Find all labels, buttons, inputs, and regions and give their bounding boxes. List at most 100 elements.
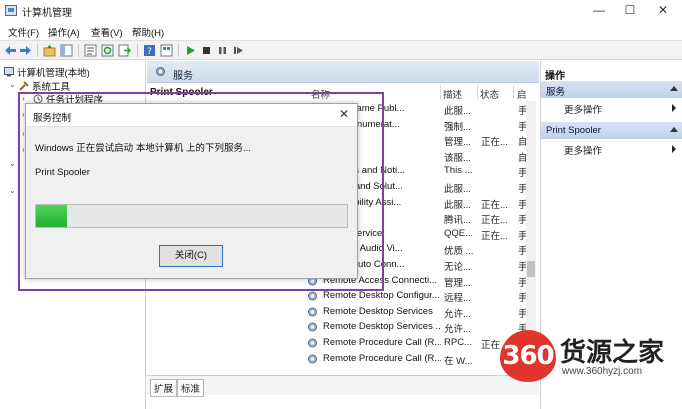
service-gear-icon xyxy=(308,291,317,301)
service-description-cell: 允许... xyxy=(444,308,471,320)
service-description-cell: 优质 ... xyxy=(444,246,474,258)
minimize-button[interactable]: — xyxy=(583,0,615,22)
collapse-icon[interactable]: ⌄ xyxy=(9,159,16,168)
pause-service-icon[interactable] xyxy=(216,44,229,57)
collapse-triangle-icon[interactable] xyxy=(670,127,678,132)
table-row[interactable]: Remote Desktop Services 允许... 手 xyxy=(307,304,539,320)
scrollbar-thumb[interactable] xyxy=(527,261,535,277)
start-progress-bar xyxy=(35,204,348,228)
dialog-body: Windows 正在尝试启动 本地计算机 上的下列服务... Print Spo… xyxy=(26,126,357,278)
services-title: 服务 xyxy=(173,71,193,82)
watermark-url: www.360hyzj.com xyxy=(562,366,643,377)
service-description-cell: This ... xyxy=(444,165,473,177)
service-gear-icon xyxy=(308,354,317,364)
dialog-close-icon[interactable]: ✕ xyxy=(332,106,356,124)
start-service-icon[interactable] xyxy=(184,44,197,57)
back-icon[interactable] xyxy=(4,44,17,57)
service-description-cell: 无论... xyxy=(444,262,471,273)
service-description-cell: QQE... xyxy=(444,227,474,239)
column-header-status[interactable]: 状态 xyxy=(480,87,499,101)
tree-item-root[interactable]: 计算机管理(本地) xyxy=(4,65,90,79)
service-name-cell: Remote Desktop Configur... xyxy=(323,290,440,302)
actions-title: 操作 xyxy=(545,71,565,82)
collapse-triangle-icon[interactable] xyxy=(670,86,678,91)
column-divider xyxy=(440,85,441,99)
menu-view[interactable]: 查看(V) xyxy=(91,25,123,39)
show-hide-tree-icon[interactable] xyxy=(60,44,73,57)
restart-service-icon[interactable] xyxy=(232,44,245,57)
column-header-startup[interactable]: 启 xyxy=(517,87,527,101)
toolbar-separator xyxy=(137,44,138,57)
service-description-cell: 此服... xyxy=(444,184,471,195)
table-row[interactable]: Remote Desktop Configur... 远程... 手 xyxy=(307,288,539,304)
maximize-button[interactable]: ☐ xyxy=(614,0,646,22)
progress-fill xyxy=(36,205,68,227)
actions-group-label: 服务 xyxy=(546,87,566,98)
service-description-cell: 腾讯... xyxy=(444,215,471,227)
tree-item-label: 计算机管理(本地) xyxy=(17,68,90,79)
menu-action[interactable]: 操作(A) xyxy=(48,25,80,39)
service-description-cell: 允许... xyxy=(444,324,471,336)
service-description-cell: 该服... xyxy=(444,152,471,164)
expand-icon[interactable]: › xyxy=(22,94,25,103)
actions-group-services[interactable]: 服务 xyxy=(541,81,682,98)
submenu-arrow-icon xyxy=(672,145,676,153)
help-icon[interactable]: ? xyxy=(143,44,156,57)
dialog-title: 服务控制 xyxy=(33,113,72,124)
service-status-cell: 正在... xyxy=(481,230,508,242)
service-gear-icon xyxy=(308,322,317,332)
tab-standard[interactable]: 标准 xyxy=(177,379,205,397)
service-control-dialog: 服务控制 ✕ Windows 正在尝试启动 本地计算机 上的下列服务... Pr… xyxy=(25,103,358,279)
services-gear-icon xyxy=(156,67,165,76)
service-description-cell: RPC... xyxy=(444,337,472,348)
service-name-cell: Remote Procedure Call (R... xyxy=(323,352,441,364)
watermark-badge: 360 xyxy=(500,330,556,382)
service-name-cell: Remote Desktop Services ... xyxy=(323,321,441,333)
collapse-icon[interactable]: ⌄ xyxy=(9,186,16,195)
actions-group-print-spooler[interactable]: Print Spooler xyxy=(541,122,682,139)
service-description-cell: 此服... xyxy=(444,106,471,117)
collapse-icon[interactable]: ⌄ xyxy=(9,80,16,89)
refresh-icon[interactable] xyxy=(101,44,114,57)
column-divider xyxy=(477,85,478,99)
service-status-cell: 正在... xyxy=(481,199,508,211)
service-status-cell: 正在... xyxy=(481,137,508,149)
service-description-cell: 此服... xyxy=(444,199,471,211)
view-icon[interactable] xyxy=(160,44,173,57)
watermark-name: 货源之家 xyxy=(560,337,665,367)
more-actions-link[interactable]: 更多操作 xyxy=(564,102,602,116)
export-list-icon[interactable] xyxy=(118,44,131,57)
column-header-description[interactable]: 描述 xyxy=(443,87,462,101)
properties-icon[interactable] xyxy=(84,44,97,57)
submenu-arrow-icon xyxy=(672,104,676,112)
more-actions-link[interactable]: 更多操作 xyxy=(564,143,602,157)
service-status-cell: 正在... xyxy=(481,215,508,227)
svg-text:?: ? xyxy=(147,47,152,57)
service-name-cell: Remote Desktop Services xyxy=(323,305,433,317)
tree-item-system-tools[interactable]: 系统工具 xyxy=(19,79,70,93)
computer-icon xyxy=(4,67,14,77)
close-window-button[interactable]: ✕ xyxy=(647,0,679,22)
service-description-cell: 在 W... xyxy=(444,355,473,367)
forward-icon[interactable] xyxy=(19,44,32,57)
column-header-name[interactable]: 名称 xyxy=(311,87,330,101)
menu-file[interactable]: 文件(F) xyxy=(8,25,39,39)
toolbar: ? xyxy=(0,40,682,60)
watermark-logo: 360 货源之家 www.360hyzj.com xyxy=(500,330,682,382)
service-description-cell: 管理... xyxy=(444,277,471,289)
computer-management-icon xyxy=(5,5,17,16)
service-gear-icon xyxy=(308,307,317,317)
column-divider xyxy=(513,85,514,99)
stop-service-icon[interactable] xyxy=(200,44,213,57)
menu-help[interactable]: 帮助(H) xyxy=(132,25,164,39)
up-folder-icon[interactable] xyxy=(43,44,56,57)
title-bar: 计算机管理 — ☐ ✕ xyxy=(0,0,682,22)
toolbar-separator xyxy=(37,44,38,57)
tab-extended[interactable]: 扩展 xyxy=(150,379,178,397)
service-description-cell: 强制... xyxy=(444,121,471,133)
service-name-cell: Remote Procedure Call (R... xyxy=(323,337,441,348)
toolbar-separator xyxy=(78,44,79,57)
tools-icon xyxy=(19,81,29,91)
selected-service-name: Print Spooler xyxy=(150,87,213,98)
dialog-close-button[interactable]: 关闭(C) xyxy=(159,245,223,267)
